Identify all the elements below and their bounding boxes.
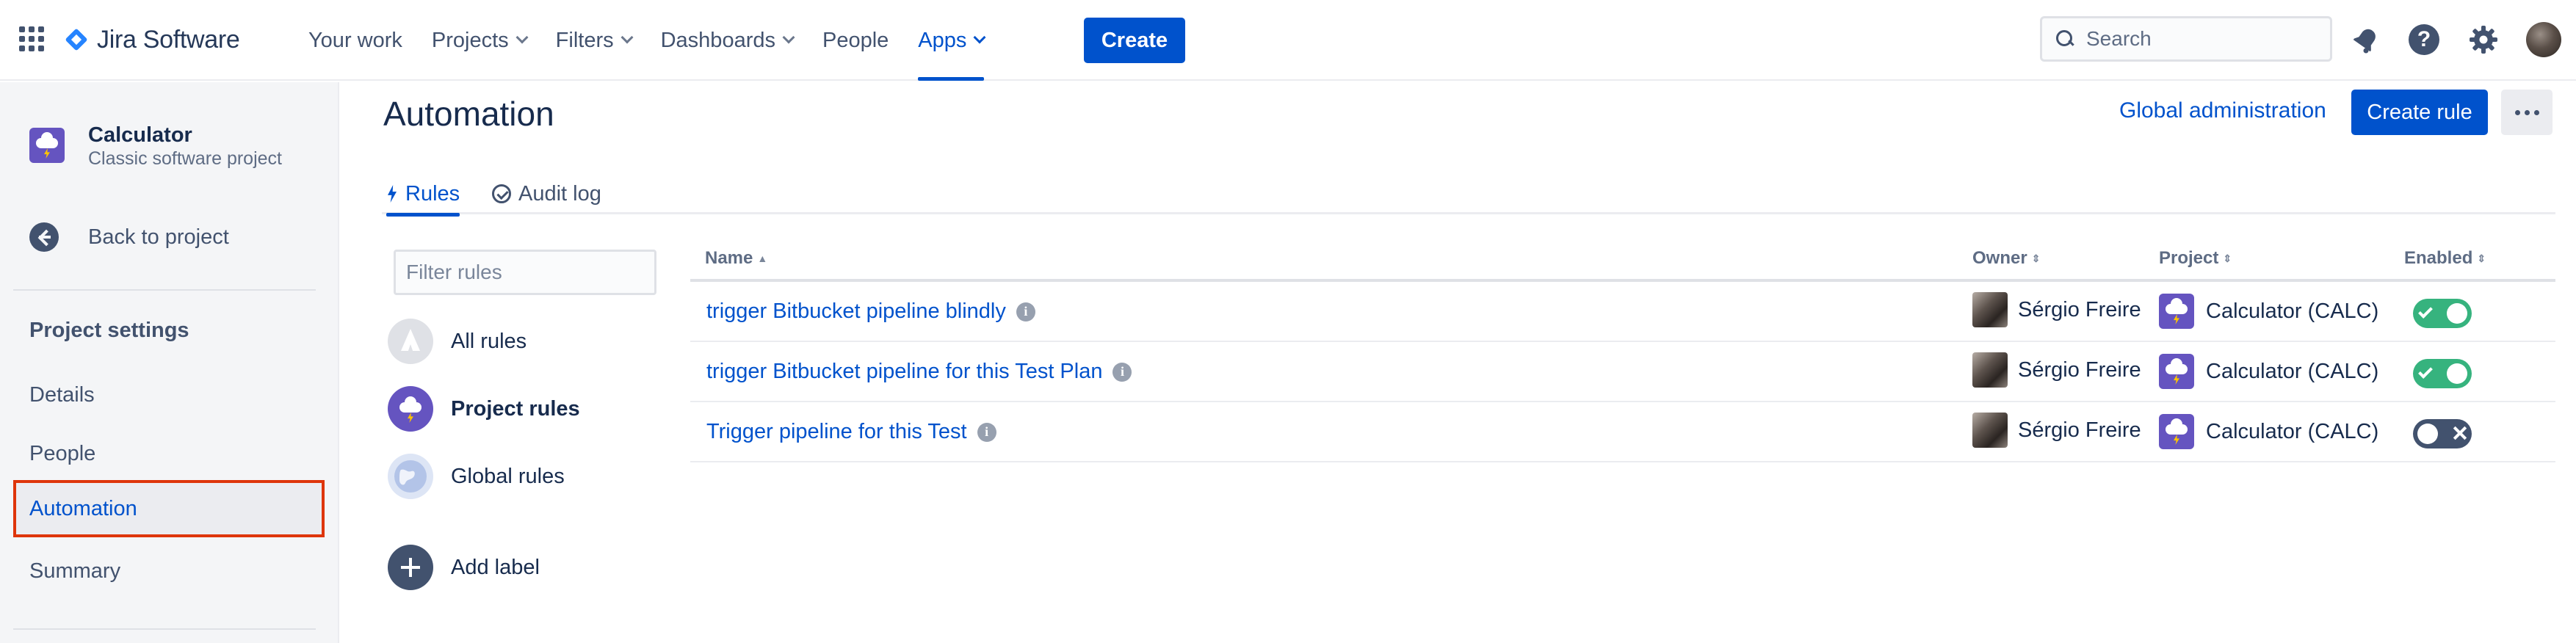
rule-project: Calculator (CALC) (2159, 354, 2378, 389)
check-circle-icon (492, 184, 511, 203)
sidebar-item-automation[interactable]: Automation (13, 480, 325, 537)
rules-table: Name ▲ Owner ⇕ Project ⇕ Enabled ⇕ trigger B… (690, 239, 2555, 462)
create-button[interactable]: Create (1084, 18, 1185, 63)
search-input[interactable] (2086, 27, 2321, 51)
nav-filters[interactable]: Filters (541, 0, 646, 81)
jira-diamond-icon (63, 26, 90, 53)
sidebar-item-people[interactable]: People (13, 425, 325, 482)
filter-global-rules[interactable]: Global rules (388, 454, 565, 499)
tab-audit-log[interactable]: Audit log (492, 173, 601, 214)
rule-name-link[interactable]: trigger Bitbucket pipeline for this Test… (706, 360, 1132, 384)
user-avatar[interactable] (2526, 22, 2561, 57)
nav-dashboards[interactable]: Dashboards (646, 0, 808, 81)
help-icon[interactable]: ? (2409, 24, 2439, 55)
back-label: Back to project (88, 225, 229, 249)
owner-avatar (1972, 352, 2008, 388)
project-icon (388, 386, 433, 432)
table-row: Trigger pipeline for this Test i Sérgio F… (690, 402, 2555, 462)
rule-owner: Sérgio Freire (1972, 292, 2141, 327)
settings-icon[interactable] (2467, 23, 2500, 56)
info-icon[interactable]: i (1016, 302, 1035, 322)
top-navigation-bar: Jira Software Your work Projects Filters… (0, 0, 2576, 81)
enabled-toggle[interactable] (2413, 419, 2472, 448)
divider (13, 628, 316, 630)
table-row: trigger Bitbucket pipeline for this Test… (690, 342, 2555, 402)
nav-apps[interactable]: Apps (903, 0, 999, 81)
project-sidebar: Calculator Classic software project Back… (0, 82, 339, 643)
plus-icon (388, 545, 433, 590)
app-switcher-icon[interactable] (19, 26, 44, 51)
sort-icon: ⇕ (2031, 252, 2041, 264)
rule-owner: Sérgio Freire (1972, 413, 2141, 448)
column-header-project[interactable]: Project ⇕ (2159, 248, 2232, 269)
sort-ascending-icon: ▲ (757, 253, 768, 264)
project-avatar (2159, 294, 2194, 329)
add-label-button[interactable]: Add label (388, 545, 540, 590)
chevron-down-icon (515, 31, 529, 44)
sort-icon: ⇕ (2477, 252, 2486, 264)
project-type: Classic software project (88, 148, 282, 169)
column-header-owner[interactable]: Owner ⇕ (1972, 248, 2040, 269)
product-name: Jira Software (97, 25, 240, 54)
rule-name-link[interactable]: trigger Bitbucket pipeline blindly i (706, 299, 1035, 324)
rule-project: Calculator (CALC) (2159, 414, 2378, 449)
nav-your-work[interactable]: Your work (294, 0, 417, 81)
table-row: trigger Bitbucket pipeline blindly i Sérg… (690, 282, 2555, 342)
jira-logo[interactable]: Jira Software (63, 23, 240, 56)
check-icon (2418, 304, 2433, 319)
notifications-icon[interactable] (2350, 23, 2382, 56)
chevron-down-icon (782, 31, 795, 44)
sidebar-item-details[interactable]: Details (13, 366, 325, 424)
back-arrow-icon (29, 222, 59, 252)
chevron-down-icon (621, 31, 634, 44)
rule-name-link[interactable]: Trigger pipeline for this Test i (706, 420, 996, 444)
rule-project: Calculator (CALC) (2159, 294, 2378, 329)
enabled-toggle[interactable] (2413, 359, 2472, 388)
filter-all-rules[interactable]: All rules (388, 319, 527, 364)
owner-avatar (1972, 292, 2008, 327)
column-header-name[interactable]: Name ▲ (705, 248, 767, 269)
lightning-icon (386, 185, 398, 203)
close-icon (2451, 425, 2467, 441)
create-rule-button[interactable]: Create rule (2351, 90, 2488, 135)
automation-tabs: Rules Audit log (382, 173, 2555, 217)
search-box[interactable] (2040, 16, 2332, 62)
table-header: Name ▲ Owner ⇕ Project ⇕ Enabled ⇕ (690, 239, 2555, 282)
more-actions-button[interactable] (2501, 90, 2553, 135)
project-avatar (29, 128, 65, 163)
project-avatar (2159, 414, 2194, 449)
globe-icon (388, 454, 433, 499)
divider (13, 289, 316, 291)
check-icon (2418, 364, 2433, 379)
info-icon[interactable]: i (1112, 362, 1132, 382)
chevron-down-icon (973, 31, 986, 44)
owner-avatar (1972, 413, 2008, 448)
filter-project-rules[interactable]: Project rules (388, 386, 580, 432)
page-title: Automation (383, 95, 554, 133)
column-header-enabled[interactable]: Enabled ⇕ (2404, 248, 2486, 269)
nav-people[interactable]: People (808, 0, 903, 81)
rule-owner: Sérgio Freire (1972, 352, 2141, 388)
global-administration-link[interactable]: Global administration (2119, 98, 2326, 123)
filter-rules-input[interactable] (394, 250, 656, 295)
sort-icon: ⇕ (2223, 252, 2232, 264)
project-avatar (2159, 354, 2194, 389)
nav-projects[interactable]: Projects (417, 0, 541, 81)
project-settings-heading: Project settings (29, 319, 189, 342)
atlassian-icon (388, 319, 433, 364)
primary-nav: Your work Projects Filters Dashboards Pe… (294, 0, 999, 81)
project-name: Calculator (88, 123, 192, 147)
back-to-project-link[interactable]: Back to project (29, 219, 229, 255)
tab-rules[interactable]: Rules (386, 173, 460, 217)
info-icon[interactable]: i (977, 422, 996, 442)
sidebar-item-summary[interactable]: Summary (13, 542, 325, 600)
enabled-toggle[interactable] (2413, 299, 2472, 328)
search-icon (2055, 29, 2074, 48)
